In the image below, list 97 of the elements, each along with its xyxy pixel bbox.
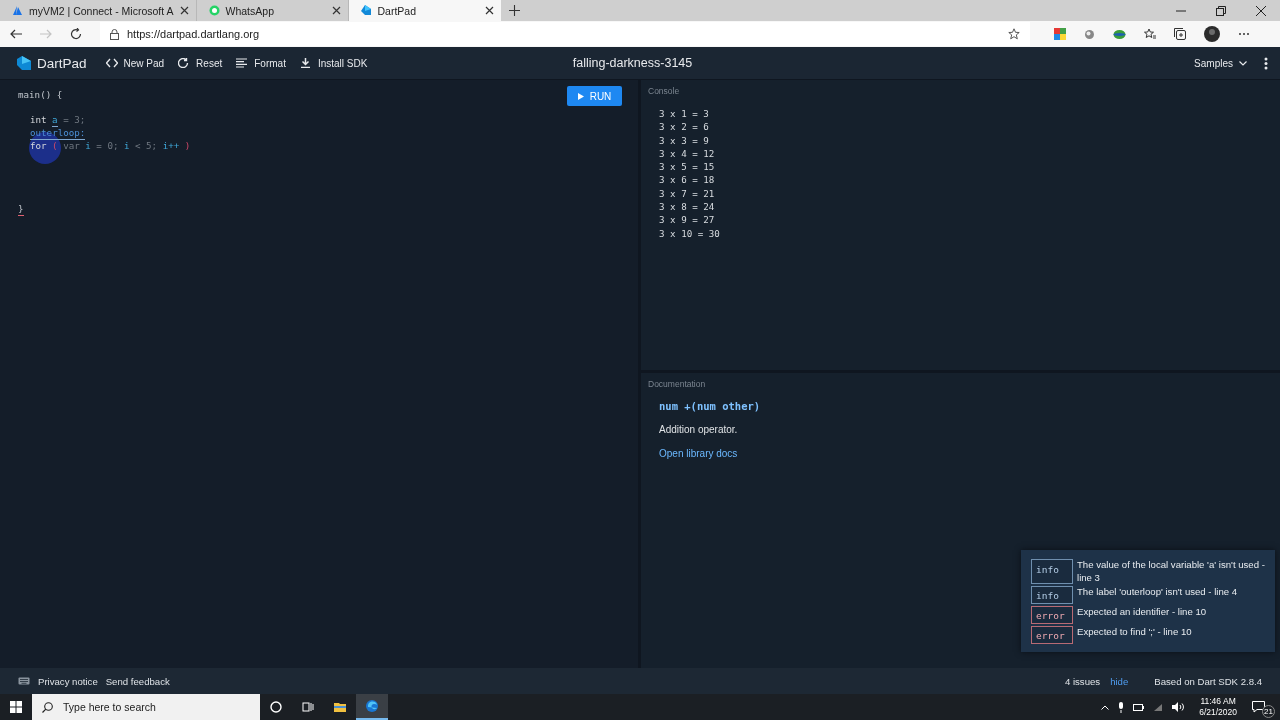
azure-icon [12,5,23,16]
severity-tag: error [1031,626,1073,645]
samples-dropdown[interactable]: Samples [1187,53,1254,73]
issue-count: 4 issues [1064,675,1101,687]
new-pad-button[interactable]: New Pad [98,53,172,73]
code-token: = 0; [96,139,119,153]
close-icon[interactable] [331,6,341,15]
notification-icon[interactable] [1252,701,1265,713]
issue-message[interactable]: The value of the local variable 'a' isn't used - line 3 [1077,559,1267,585]
format-icon [236,58,249,68]
app-name: DartPad [37,55,87,71]
lock-icon [110,28,119,40]
folder-icon[interactable] [334,701,346,713]
sphere-icon[interactable] [1084,28,1095,40]
search-icon [42,702,53,713]
panel-label: Documentation [648,379,706,389]
dart-icon [360,5,372,16]
issue-message[interactable]: Expected an identifier - line 10 [1077,606,1207,619]
download-icon [299,58,312,68]
reset-button[interactable]: Reset [171,53,230,73]
refresh-icon[interactable] [70,28,82,40]
code-token: < 5; [135,139,158,153]
panel-label: Console [648,86,681,96]
doc-signature: num +(num other) [659,400,761,412]
taskbar-search-field[interactable]: Type here to search [32,694,260,720]
clock-time[interactable]: 11:46 AM [1200,696,1236,707]
issue-message[interactable]: Expected to find ';' - line 10 [1077,626,1192,639]
console-line: 3 x 3 = 9 [659,133,709,147]
install-sdk-button[interactable]: Install SDK [292,53,375,73]
code-token: var [63,139,80,153]
favorites-icon[interactable] [1144,28,1156,40]
close-icon[interactable] [179,6,189,15]
sdk-version: Based on Dart SDK 2.8.4 [1154,675,1262,687]
globe-icon[interactable] [1113,28,1126,40]
code-token: ( [52,139,58,153]
code-token: = 3; [63,114,86,128]
caret-icon [1239,60,1247,66]
microphone-icon[interactable] [1118,701,1125,713]
color-grid-icon[interactable] [1054,28,1066,40]
doc-description: Addition operator. [659,424,738,435]
close-icon[interactable] [1256,5,1266,16]
restore-icon[interactable] [1216,5,1226,16]
code-token: a [52,114,58,128]
profile-avatar[interactable] [1204,26,1220,42]
close-icon[interactable] [484,6,494,15]
console-line: 3 x 5 = 15 [659,160,715,174]
back-icon[interactable] [10,29,22,39]
pad-title: falling-darkness-3145 [571,56,694,70]
severity-tag: error [1031,606,1073,625]
code-icon [105,58,118,68]
code-token: i [123,139,130,153]
console-line: 3 x 7 = 21 [659,186,715,201]
code-token: ) [184,139,191,153]
console-line: 3 x 4 = 12 [659,146,715,161]
more-vert-icon[interactable] [1264,56,1268,70]
browser-tab[interactable]: DartPad [348,0,501,21]
console-line: 3 x 2 = 6 [659,120,709,134]
code-token: main() { [18,89,63,102]
chat-icon [208,5,220,16]
docs-link[interactable]: Open library docs [659,448,738,459]
keyboard-icon[interactable] [18,677,30,685]
code-token: i [85,139,91,153]
cortana-icon[interactable] [270,701,282,713]
severity-tag: info [1031,586,1073,605]
footer-link[interactable]: Send feedback [105,675,170,687]
star-icon[interactable] [1008,28,1020,40]
code-token: i++ [162,139,180,153]
more-icon[interactable] [1238,32,1250,36]
notification-count: 21 [1262,705,1275,718]
console-line: 3 x 10 = 30 [659,226,720,240]
console-line: 3 x 1 = 3 [659,107,709,121]
format-button[interactable]: Format [229,53,293,73]
reset-icon [178,58,191,68]
console-line: 3 x 8 = 24 [659,200,715,214]
dart-logo-icon [17,56,31,70]
code-token: int [30,114,47,128]
code-token: for [30,139,47,153]
footer-link[interactable]: Privacy notice [38,675,98,687]
run-button[interactable]: RUN [567,86,622,106]
clock-date[interactable]: 6/21/2020 [1199,707,1237,718]
hide-link[interactable]: hide [1110,675,1129,687]
task-view-icon[interactable] [302,701,314,713]
code-token: } [18,203,24,216]
volume-icon[interactable] [1172,702,1185,712]
new-tab-icon[interactable] [508,5,520,16]
windows-icon[interactable] [10,701,22,713]
severity-tag: info [1031,559,1073,584]
collections-icon[interactable] [1174,28,1186,40]
wifi-icon[interactable] [1153,702,1164,712]
browser-icon[interactable] [366,700,378,712]
chevron-up-icon[interactable] [1101,704,1110,710]
battery-icon[interactable] [1133,703,1145,711]
console-line: 3 x 9 = 27 [659,213,715,227]
address-bar[interactable]: https://dartpad.dartlang.org [100,22,1030,46]
issue-message[interactable]: The label 'outerloop' isn't used - line 4 [1077,586,1238,599]
play-icon [577,92,584,100]
console-line: 3 x 6 = 18 [659,173,715,187]
